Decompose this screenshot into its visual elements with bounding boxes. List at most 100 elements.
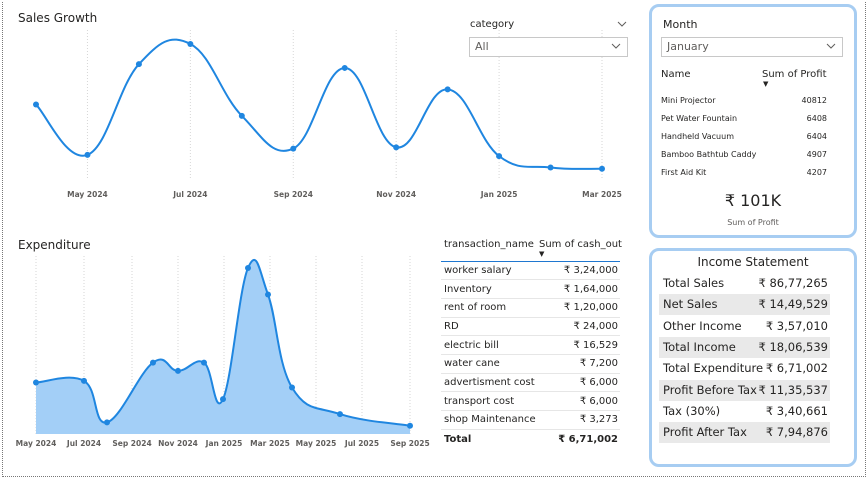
profit-row[interactable]: Mini Projector 40812	[661, 91, 827, 109]
profit-col-name-header[interactable]: Name	[661, 69, 691, 80]
sales-point[interactable]	[341, 64, 348, 71]
income-row: Net Sales ₹ 14,49,529	[659, 294, 830, 316]
income-row: Total Income ₹ 18,06,539	[659, 336, 830, 358]
cash-total-label: Total	[441, 428, 550, 450]
chevron-down-icon[interactable]	[617, 20, 627, 28]
income-row-value: ₹ 14,49,529	[758, 297, 829, 312]
cash-row[interactable]: transport cost ₹ 6,000	[441, 391, 620, 411]
month-slicer-label: Month	[663, 18, 698, 31]
profit-row-name: Handheld Vacuum	[661, 131, 734, 141]
profit-row[interactable]: First Aid Kit 4207	[661, 163, 827, 181]
cash-row-name: RD	[441, 317, 550, 337]
income-row: Tax (30%) ₹ 3,40,661	[659, 401, 830, 422]
profit-row-value: 4207	[806, 167, 827, 177]
exp-point[interactable]	[220, 396, 226, 403]
exp-point[interactable]	[245, 265, 251, 271]
category-dropdown-value: All	[475, 40, 489, 53]
income-row-value: ₹ 18,06,539	[758, 339, 829, 354]
income-row-value: ₹ 3,40,661	[765, 403, 828, 418]
sales-point[interactable]	[33, 101, 39, 108]
sales-point[interactable]	[290, 145, 297, 152]
exp-point[interactable]	[175, 367, 181, 374]
chevron-down-icon	[611, 43, 621, 49]
cash-row-value: ₹ 16,529	[549, 335, 620, 355]
sales-point[interactable]	[547, 164, 554, 171]
exp-tick-label: Jul 2025	[344, 439, 379, 448]
sales-tick-label: May 2024	[67, 190, 108, 199]
cash-row[interactable]: worker salary ₹ 3,24,000	[441, 261, 620, 281]
sales-point[interactable]	[187, 41, 194, 47]
profit-total-value: ₹ 101K	[724, 191, 782, 210]
income-row: Total Expenditure ₹ 6,71,002	[659, 358, 830, 379]
expenditure-title: Expenditure	[18, 238, 91, 252]
profit-row-value: 40812	[801, 95, 827, 105]
cash-total-row: Total ₹ 6,71,002	[441, 428, 620, 450]
cash-row[interactable]: shop Maintenance ₹ 3,273	[441, 410, 620, 430]
sales-point[interactable]	[135, 61, 142, 68]
cash-col-value-header[interactable]: Sum of cash_out	[539, 239, 622, 250]
sales-tick-label: Nov 2024	[376, 190, 416, 199]
sort-desc-icon[interactable]: ▼	[539, 250, 544, 258]
profit-total-label: Sum of Profit	[727, 218, 779, 227]
income-statement-title: Income Statement	[697, 255, 809, 269]
exp-point[interactable]	[33, 379, 39, 386]
month-dropdown[interactable]: January	[661, 37, 843, 57]
sales-tick-label: Sep 2024	[274, 190, 313, 199]
cash-row-value: ₹ 7,200	[549, 354, 620, 374]
income-row: Total Sales ₹ 86,77,265	[659, 273, 830, 294]
profit-col-profit-header[interactable]: Sum of Profit	[762, 69, 827, 80]
income-row-label: Total Sales	[663, 276, 725, 290]
cash-row[interactable]: electric bill ₹ 16,529	[441, 335, 620, 355]
exp-area	[36, 259, 410, 434]
cash-row-value: ₹ 3,24,000	[549, 261, 620, 281]
exp-tick-label: May 2025	[296, 439, 337, 448]
cash-row[interactable]: advertisment cost ₹ 6,000	[441, 373, 620, 393]
exp-tick-label: Mar 2025	[250, 439, 290, 448]
sales-point[interactable]	[599, 165, 605, 172]
expenditure-chart[interactable]: May 2024 Jul 2024 Sep 2024 Nov 2024 Jan 2025…	[14, 256, 434, 452]
cash-col-name-header[interactable]: transaction_name	[444, 239, 534, 250]
exp-point[interactable]	[289, 384, 295, 391]
sales-point[interactable]	[496, 153, 503, 160]
cash-row-value: ₹ 6,000	[549, 391, 620, 411]
exp-point[interactable]	[81, 377, 87, 384]
sales-tick-label: Mar 2025	[582, 190, 622, 199]
cash-row[interactable]: rent of room ₹ 1,20,000	[441, 298, 620, 318]
sales-point[interactable]	[84, 151, 91, 158]
cash-row-name: electric bill	[441, 335, 550, 355]
sales-tick-label: Jul 2024	[172, 190, 207, 199]
sales-point[interactable]	[393, 144, 400, 151]
cash-table: worker salary ₹ 3,24,000 Inventory ₹ 1,64,0…	[441, 261, 620, 450]
exp-tick-label: Nov 2024	[158, 439, 198, 448]
cash-row-name: advertisment cost	[441, 373, 550, 393]
profit-row-name: Pet Water Fountain	[661, 113, 738, 123]
cash-row-name: transport cost	[441, 391, 550, 411]
exp-point[interactable]	[407, 422, 413, 429]
sales-point[interactable]	[238, 112, 245, 119]
exp-point[interactable]	[265, 291, 271, 298]
income-row: Other Income ₹ 3,57,010	[659, 316, 830, 337]
exp-point[interactable]	[337, 411, 343, 418]
income-row-value: ₹ 11,35,537	[758, 382, 829, 397]
cash-row[interactable]: water cane ₹ 7,200	[441, 354, 620, 374]
income-row-value: ₹ 86,77,265	[758, 276, 829, 290]
cash-row-value: ₹ 1,20,000	[549, 298, 620, 318]
exp-point[interactable]	[104, 419, 110, 426]
cash-row-value: ₹ 1,64,000	[549, 279, 620, 299]
exp-point[interactable]	[201, 359, 207, 366]
sales-point[interactable]	[444, 86, 451, 93]
profit-row-name: First Aid Kit	[661, 167, 707, 177]
cash-row-name: water cane	[441, 354, 550, 374]
cash-row[interactable]: RD ₹ 24,000	[441, 317, 620, 337]
income-row: Profit After Tax ₹ 7,94,876	[659, 422, 830, 444]
profit-row-value: 6408	[806, 113, 827, 123]
income-row-label: Profit Before Tax	[663, 382, 757, 397]
exp-point[interactable]	[150, 359, 156, 366]
sales-tick-label: Jan 2025	[480, 190, 518, 199]
profit-row[interactable]: Handheld Vacuum 6404	[661, 127, 827, 145]
profit-row[interactable]: Pet Water Fountain 6408	[661, 109, 827, 127]
sort-desc-icon[interactable]: ▼	[763, 80, 768, 88]
category-dropdown[interactable]: All	[469, 37, 628, 57]
profit-row[interactable]: Bamboo Bathtub Caddy 4907	[661, 145, 827, 163]
cash-row[interactable]: Inventory ₹ 1,64,000	[441, 279, 620, 299]
